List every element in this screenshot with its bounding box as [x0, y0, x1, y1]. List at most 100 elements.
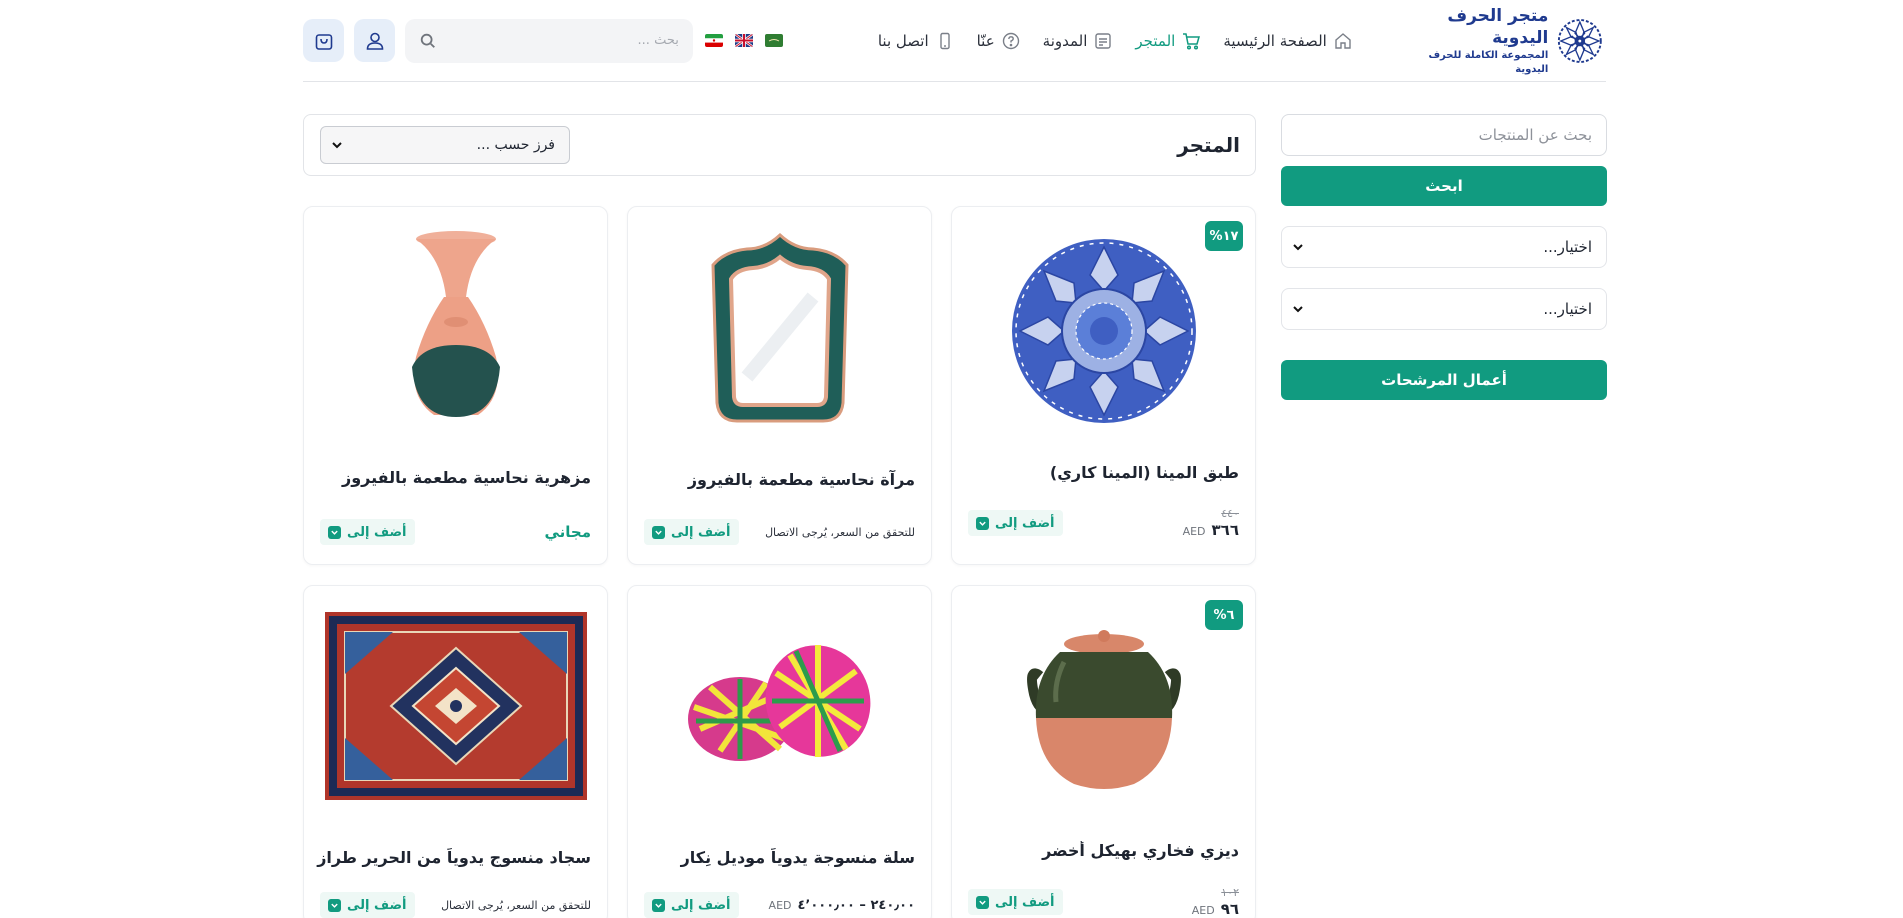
chevron-down-icon: [1293, 306, 1303, 313]
chevron-down-icon: [1293, 244, 1303, 251]
brand-text: متجر الحرف اليدوية المجموعة الكاملة للحر…: [1393, 5, 1549, 77]
filter-select-value: اختيار...: [1543, 300, 1592, 318]
phone-icon: [939, 32, 950, 49]
filter-select-value: اختيار...: [1543, 238, 1592, 256]
nav-blog[interactable]: المدونة: [1043, 31, 1114, 51]
vase-image: [411, 231, 500, 417]
chevron-down-icon: [652, 898, 665, 912]
nav-home[interactable]: الصفحة الرئيسية: [1223, 31, 1353, 51]
product-title[interactable]: سلة منسوجة يدوياً موديل نِكار: [638, 848, 915, 867]
product-card[interactable]: ٦% ديزي فخاري بهيكل أخضر ١٠٢ ٩٦ AED أضف …: [951, 585, 1256, 918]
product-image[interactable]: [304, 586, 607, 826]
sort-select[interactable]: فرز حسب ...: [320, 126, 570, 164]
current-price: ٩٦: [1220, 900, 1239, 918]
currency: AED: [1191, 904, 1215, 917]
account-button[interactable]: [354, 19, 396, 62]
cart-button[interactable]: [303, 19, 345, 62]
add-to-cart-label: أضف إلى: [995, 515, 1055, 531]
mirror-image: [710, 232, 849, 423]
header-search: [405, 18, 693, 63]
add-to-cart-label: أضف إلى: [347, 897, 407, 913]
woven-basket-image: [687, 645, 870, 761]
blog-icon: [1095, 32, 1112, 49]
home-icon: [1335, 32, 1351, 49]
cart-icon: [1183, 32, 1201, 50]
nav-shop[interactable]: المتجر: [1135, 31, 1201, 51]
flag-fa-icon[interactable]: [704, 34, 723, 47]
product-image[interactable]: [628, 207, 931, 447]
price-row: ٢٤٠٫٠٠ – ٤٬٠٠٠٫٠٠ AED: [769, 898, 915, 913]
currency: AED: [1182, 525, 1206, 538]
product-search-input[interactable]: [1281, 114, 1607, 156]
product-card[interactable]: سجاد منسوج يدوياً من الحرير طراز كيهان ل…: [303, 585, 608, 918]
product-title[interactable]: ديزي فخاري بهيكل أخضر: [962, 841, 1239, 860]
product-footer: للتحقق من السعر، يُرجى الاتصال أضف إلى: [320, 892, 591, 918]
search-icon[interactable]: [419, 32, 437, 50]
shop-toolbar: المتجر فرز حسب ...: [303, 114, 1256, 176]
product-title[interactable]: طبق المينا (المينا كاري): [962, 463, 1239, 482]
brand-title: متجر الحرف اليدوية: [1447, 5, 1549, 48]
price-note: للتحقق من السعر، يُرجى الاتصال: [441, 898, 591, 912]
chevron-down-icon: [976, 895, 989, 909]
product-search-button[interactable]: ابحث: [1281, 166, 1607, 206]
price-row: ٩٦ AED: [1192, 900, 1239, 918]
clay-pot-image: [1026, 630, 1181, 789]
product-footer: ٢٤٠٫٠٠ – ٤٬٠٠٠٫٠٠ AED أضف إلى: [644, 892, 915, 918]
product-title[interactable]: سجاد منسوج يدوياً من الحرير طراز كيهان: [314, 848, 591, 867]
chevron-down-icon: [328, 898, 341, 912]
add-to-cart-label: أضف إلى: [671, 524, 731, 540]
add-to-cart-label: أضف إلى: [347, 524, 407, 540]
nav-contact[interactable]: اتصل بنا: [878, 31, 955, 51]
filter-select-2[interactable]: اختيار...: [1281, 288, 1607, 330]
product-card[interactable]: مزهرية نحاسية مطعمة بالفيروز مجاني أضف إ…: [303, 206, 608, 565]
price-block: ١٠٢ ٩٦ AED: [1192, 886, 1239, 918]
chevron-down-icon: [332, 142, 342, 149]
product-image[interactable]: [628, 586, 931, 826]
product-card[interactable]: مرآة نحاسية مطعمة بالفيروز للتحقق من الس…: [627, 206, 932, 565]
nav-label: عنّا: [976, 31, 995, 50]
apply-filters-button[interactable]: أعمال المرشحات: [1281, 360, 1607, 400]
site-header: متجر الحرف اليدوية المجموعة الكاملة للحر…: [303, 0, 1606, 82]
flag-ar-icon[interactable]: [764, 34, 783, 47]
brand-subtitle: المجموعة الكاملة للحرف اليدوية: [1428, 49, 1549, 75]
language-switcher: [704, 34, 783, 47]
logo-icon: [1558, 18, 1603, 63]
price-note: للتحقق من السعر، يُرجى الاتصال: [765, 525, 915, 539]
add-to-cart-button[interactable]: أضف إلى: [644, 519, 739, 545]
old-price: ٤٤٠: [1221, 507, 1239, 520]
main-nav: الصفحة الرئيسية المتجر المدونة عنّا اتصل…: [878, 31, 1353, 51]
price-range: ٢٤٠٫٠٠ – ٤٬٠٠٠٫٠٠: [797, 897, 916, 913]
product-title[interactable]: مزهرية نحاسية مطعمة بالفيروز: [314, 468, 591, 487]
nav-label: المتجر: [1135, 31, 1176, 50]
chevron-down-icon: [328, 525, 341, 539]
product-card[interactable]: سلة منسوجة يدوياً موديل نِكار ٢٤٠٫٠٠ – ٤…: [627, 585, 932, 918]
product-footer: للتحقق من السعر، يُرجى الاتصال أضف إلى: [644, 519, 915, 545]
page: متجر الحرف اليدوية المجموعة الكاملة للحر…: [0, 0, 1903, 918]
currency: AED: [768, 898, 792, 912]
nav-about[interactable]: عنّا: [977, 31, 1021, 51]
discount-badge: ١٧%: [1205, 221, 1243, 251]
header-search-input[interactable]: [447, 33, 679, 48]
price-block: ٤٤٠ ٣٦٦ AED: [1183, 507, 1239, 539]
old-price: ١٠٢: [1221, 886, 1239, 899]
nav-label: الصفحة الرئيسية: [1223, 31, 1327, 50]
add-to-cart-button[interactable]: أضف إلى: [644, 892, 739, 918]
add-to-cart-button[interactable]: أضف إلى: [968, 510, 1063, 536]
filter-select-1[interactable]: اختيار...: [1281, 226, 1607, 268]
product-footer: مجاني أضف إلى: [320, 519, 591, 545]
product-footer: ١٠٢ ٩٦ AED أضف إلى: [968, 886, 1239, 918]
brand[interactable]: متجر الحرف اليدوية المجموعة الكاملة للحر…: [1393, 5, 1604, 77]
add-to-cart-button[interactable]: أضف إلى: [320, 892, 415, 918]
flag-en-icon[interactable]: [734, 34, 753, 47]
price-row: ٣٦٦ AED: [1183, 521, 1239, 539]
nav-label: اتصل بنا: [877, 31, 929, 50]
filter-sidebar: ابحث اختيار... اختيار... أعمال المرشحات: [1281, 114, 1607, 400]
discount-badge: ٦%: [1205, 600, 1243, 630]
sort-select-value: فرز حسب ...: [476, 137, 555, 153]
add-to-cart-button[interactable]: أضف إلى: [968, 889, 1063, 915]
product-image[interactable]: [304, 207, 607, 447]
product-card[interactable]: ١٧% طبق المينا (المينا كاري) ٤٤٠ ٣٦٦ AED…: [951, 206, 1256, 565]
product-title[interactable]: مرآة نحاسية مطعمة بالفيروز: [638, 470, 915, 489]
add-to-cart-button[interactable]: أضف إلى: [320, 519, 415, 545]
page-title: المتجر: [1177, 133, 1240, 157]
